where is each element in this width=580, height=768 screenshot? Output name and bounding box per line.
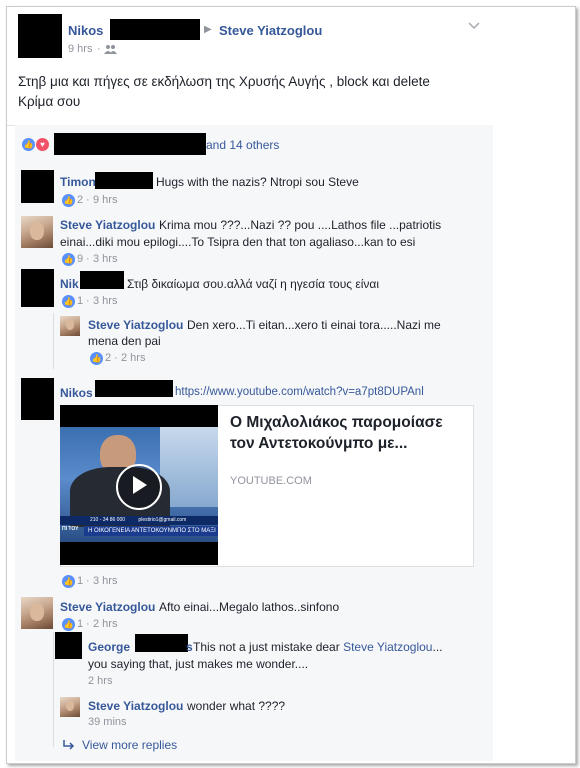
post-text-line: Στηβ μια και πήγες σε εκδήλωση της Χρυσή… [18,74,430,89]
comment-author[interactable]: Nikos [60,386,93,400]
post-text: Στηβ μια και πήγες σε εκδήλωση της Χρυσή… [18,72,430,112]
post-target-name[interactable]: Steve Yiatzoglou [219,23,322,38]
reply-thread-line [53,313,54,369]
thumbnail-caption-bar: Η ΟΙΚΟΓΕΝΕΙΑ ΑΝΤΕΤΟΚΟΥΝΜΠΟ ΣΤΟ ΜΑΞΙ [84,526,218,536]
reply-text-line1: This not a just mistake dear Steve Yiatz… [193,640,443,654]
video-thumbnail[interactable]: 210 - 34 86 000 plestirio1@gmail.com ΠΙ … [60,427,218,542]
reactions-others-link[interactable]: and 14 others [206,138,279,152]
like-icon: 👍 [62,194,75,207]
comment-like-count[interactable]: 1 [77,575,83,587]
comment-avatar[interactable] [21,378,54,420]
comment-like-count[interactable]: 1 [77,618,83,630]
comment-meta-separator: · [86,618,90,630]
reply-meta-separator: · [114,352,118,364]
post-card: Nikos ▶ Steve Yiatzoglou 9 hrs · Στηβ μι… [6,6,576,764]
link-title-line: τον Αντετοκούνμπο με... [230,435,408,452]
comment-avatar[interactable] [21,597,53,629]
comment-text: Hugs with the nazis? Ntropi sou Steve [156,175,359,189]
comment-text-line1: Krima mou ???...Nazi ?? pou ....Lathos f… [159,218,442,232]
comment-meta-separator: · [86,575,90,587]
comment-text: Afto einai...Megalo lathos..sinfono [159,600,340,614]
reply-time[interactable]: 2 hrs [88,675,112,687]
reply-text-pre: This not a just mistake dear [193,640,344,654]
comment-meta-separator: · [86,295,90,307]
reply-author-tail[interactable]: s [186,640,193,654]
post-time[interactable]: 9 hrs [68,43,92,55]
reply-author[interactable]: George [88,640,130,654]
comment-time[interactable]: 2 hrs [93,618,117,630]
post-text-line: Κρίμα σου [18,94,81,109]
redacted-thumbnail-bottom [60,542,218,565]
comment-link-url[interactable]: https://www.youtube.com/watch?v=a7pt8DUP… [175,386,424,398]
like-icon: 👍 [62,253,75,266]
comment-author[interactable]: Timon [60,175,96,189]
link-preview-title[interactable]: Ο Μιχαλολιάκος παρομοίασε τον Αντετοκούν… [230,412,443,454]
reply-time[interactable]: 2 hrs [121,352,145,364]
reply-thread-line [53,632,54,747]
thumbnail-email: plestirio1@gmail.com [138,517,187,523]
post-author-name[interactable]: Nikos [68,23,103,38]
comment-author[interactable]: Steve Yiatzoglou [60,218,155,232]
comment-like-count[interactable]: 1 [77,295,83,307]
thumbnail-logo: ΠΙ ΤΟΥ [62,526,79,532]
reply-avatar[interactable] [60,316,80,336]
reply-avatar[interactable] [60,697,80,717]
post-audience-separator: · [97,43,101,55]
like-icon: 👍 [62,575,75,588]
redacted-surname [110,19,200,40]
play-icon [133,476,147,494]
mention-link[interactable]: Steve Yiatzoglou [343,640,432,654]
love-reaction-icon: ♥ [36,138,49,151]
comment-text-line2: einai...diki mou epilogi....To Tsipra de… [60,235,416,249]
link-title-line: Ο Μιχαλολιάκος παρομοίασε [230,414,443,431]
comment-meta-separator: · [86,253,90,265]
redacted-thumbnail-top [60,405,218,427]
comment-text: Στιβ δικαίωμα σου.αλλά ναζί η ηγεσία του… [127,277,379,291]
reply-text-line2: you saying that, just makes me wonder...… [88,657,309,671]
comment-time[interactable]: 3 hrs [93,295,117,307]
comment-like-count[interactable]: 2 [77,194,83,206]
reply-like-count[interactable]: 2 [105,352,111,364]
like-reaction-icon: 👍 [22,138,35,151]
reply-text-post: ... [432,640,443,654]
reply-text: wonder what ???? [187,699,286,713]
redacted-surname [95,172,153,189]
link-preview-domain: YOUTUBE.COM [230,475,312,487]
like-icon: 👍 [90,352,103,365]
reply-text-line1: Den xero...Ti eitan...xero ti einai tora… [187,318,441,332]
comment-meta-separator: · [86,194,90,206]
like-icon: 👍 [62,295,75,308]
redacted-surname [95,380,173,397]
reply-author[interactable]: Steve Yiatzoglou [88,699,183,713]
reply-avatar[interactable] [55,632,82,659]
redacted-reactors [54,133,206,155]
arrow-right-icon: ▶ [204,24,212,35]
comment-time[interactable]: 9 hrs [93,194,117,206]
comment-author[interactable]: Nik [60,277,79,291]
reply-author[interactable]: Steve Yiatzoglou [88,318,183,332]
comment-time[interactable]: 3 hrs [93,575,117,587]
thumbnail-ticker: 210 - 34 86 000 plestirio1@gmail.com [60,516,218,525]
redacted-surname [135,634,188,652]
thumbnail-phone: 210 - 34 86 000 [90,517,126,523]
like-icon: 👍 [62,618,75,631]
thumbnail-caption: Η ΟΙΚΟΓΕΝΕΙΑ ΑΝΤΕΤΟΚΟΥΝΜΠΟ ΣΤΟ ΜΑΞΙ [88,528,216,534]
reply-text-line2: mena den pai [88,334,161,348]
comment-avatar[interactable] [21,269,54,307]
reply-time[interactable]: 39 mins [88,716,127,728]
comment-avatar[interactable] [21,170,54,203]
comment-time[interactable]: 3 hrs [93,253,117,265]
redacted-surname [80,271,124,289]
comment-author[interactable]: Steve Yiatzoglou [60,600,155,614]
comment-avatar[interactable] [21,216,53,248]
view-more-replies-link[interactable]: View more replies [82,738,177,752]
post-author-avatar[interactable] [18,14,62,58]
friends-audience-icon[interactable] [104,43,117,57]
reply-arrow-icon [63,739,75,753]
chevron-down-icon[interactable] [468,19,480,33]
comment-like-count[interactable]: 9 [77,253,83,265]
